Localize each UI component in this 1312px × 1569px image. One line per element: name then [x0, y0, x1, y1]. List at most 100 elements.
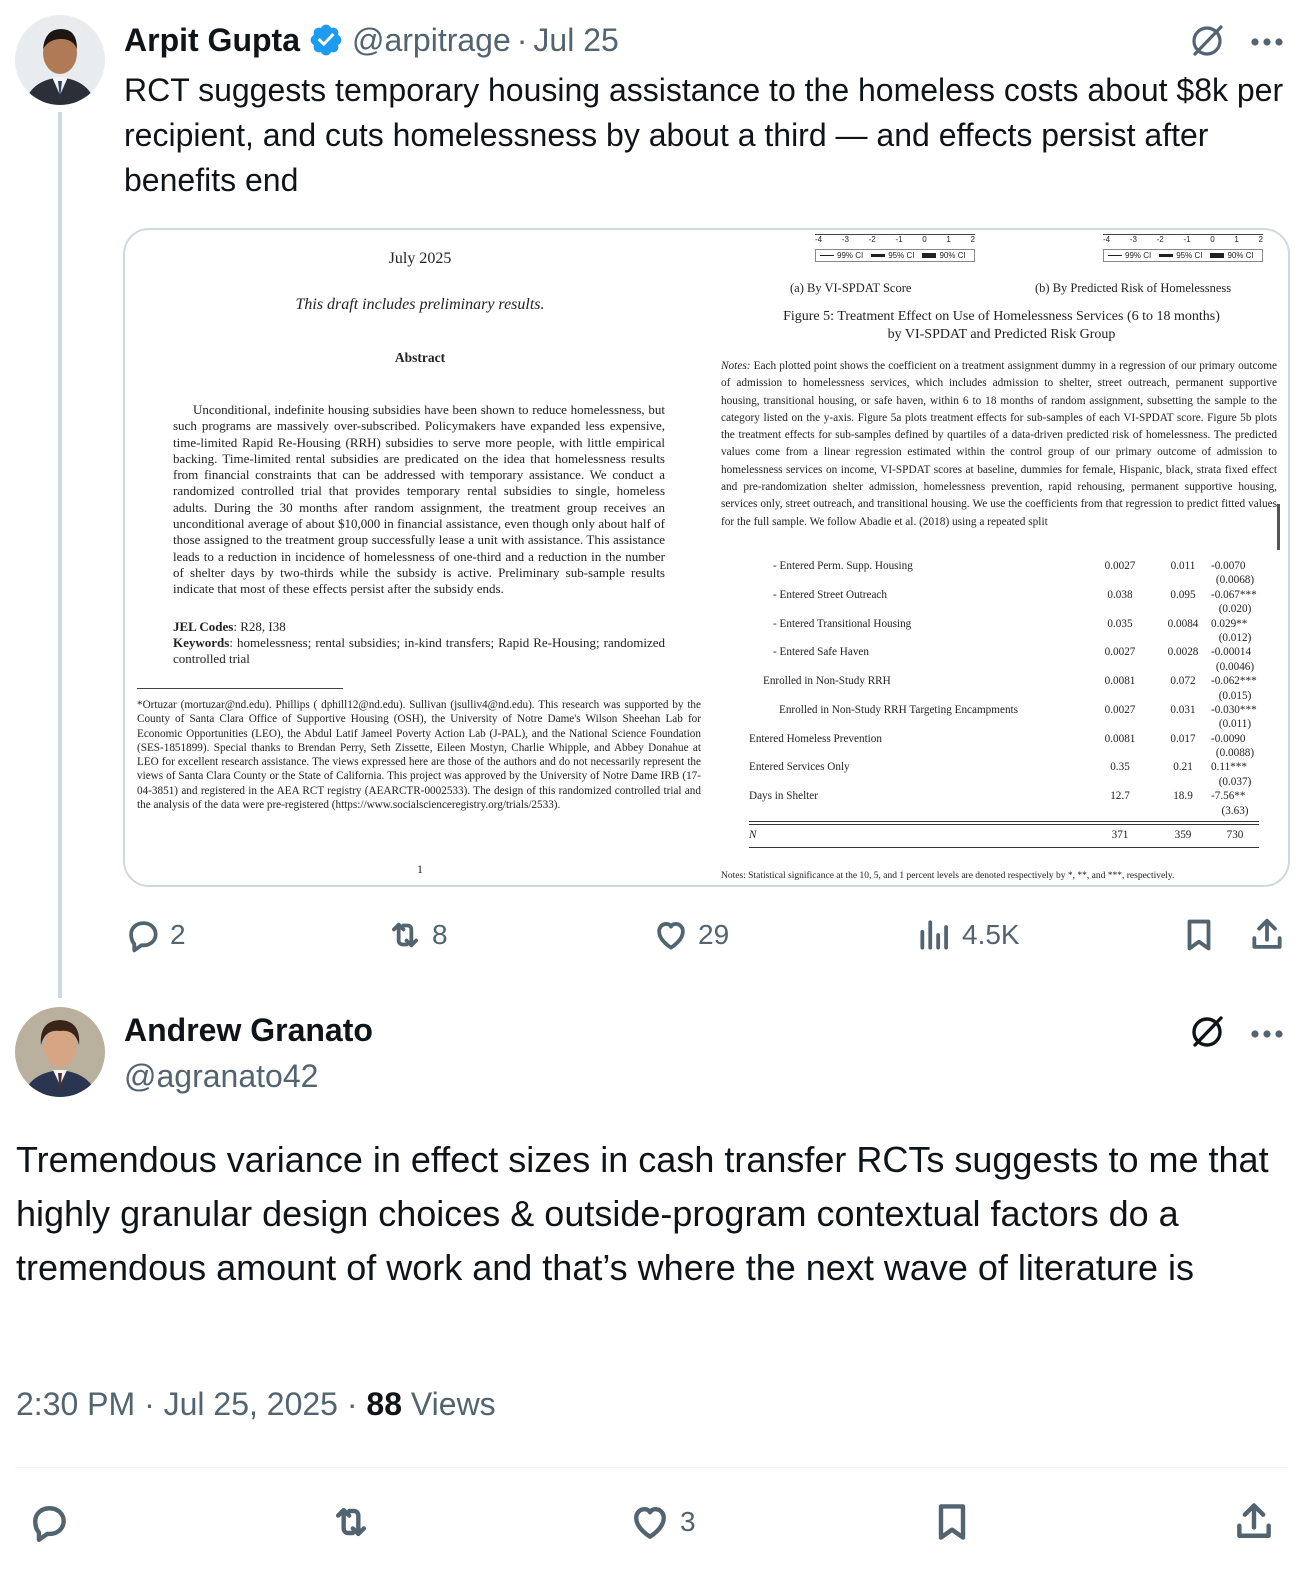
- standard-error: (0.0068): [1215, 574, 1255, 587]
- table-row: - Entered Street Outreach 0.038 0.095 -0.06…: [749, 589, 1259, 603]
- scrollbar-thumb[interactable]: [1277, 504, 1280, 550]
- views-icon: [920, 920, 948, 950]
- standard-error: (0.0088): [1215, 747, 1255, 760]
- control-mean: 0.0081: [1104, 675, 1136, 688]
- table-row-se: (0.0068): [749, 574, 1259, 588]
- empty-cell: [1085, 776, 1155, 790]
- reply-icon: [129, 921, 158, 953]
- like-icon: [657, 922, 685, 950]
- standard-error: (0.012): [1218, 631, 1252, 644]
- reply-button[interactable]: 2: [124, 916, 186, 954]
- table-rule: [749, 821, 1259, 826]
- standard-error: (3.63): [1221, 804, 1249, 817]
- table-row: Days in Shelter 12.7 18.9 -7.56**: [749, 790, 1259, 804]
- table-row: - Entered Transitional Housing 0.035 0.008…: [749, 618, 1259, 632]
- treatment-mean: 0.0084: [1167, 617, 1199, 630]
- empty-cell: [1155, 805, 1211, 819]
- empty-cell: [749, 603, 1085, 617]
- author-name[interactable]: Arpit Gupta: [124, 22, 300, 59]
- share-button[interactable]: [1232, 1500, 1276, 1544]
- paper-footnote: *Ortuzar (mortuzar@nd.edu). Phillips ( d…: [137, 699, 701, 812]
- timestamp-text[interactable]: 2:30 PM · Jul 25, 2025 ·: [16, 1386, 366, 1422]
- treatment-mean: 0.0028: [1167, 646, 1199, 659]
- legend-item: 99% CI: [1125, 251, 1152, 260]
- divider: [15, 1467, 1288, 1468]
- coefficient: -0.062***: [1211, 675, 1257, 688]
- control-mean: 12.7: [1110, 790, 1130, 803]
- paper-left-page: July 2025 This draft includes preliminar…: [125, 230, 715, 885]
- figure-notes-text: Each plotted point shows the coefficient…: [721, 360, 1277, 528]
- views-button[interactable]: 4.5K: [916, 916, 1020, 954]
- standard-error: (0.0046): [1215, 660, 1255, 673]
- empty-cell: [1155, 690, 1211, 704]
- author-handle[interactable]: @arpitrage: [352, 22, 511, 59]
- table-row-se: (0.0046): [749, 661, 1259, 675]
- tweet2-text: Tremendous variance in effect sizes in c…: [16, 1139, 1269, 1288]
- coefficient: -0.030***: [1211, 703, 1257, 716]
- table-row: Enrolled in Non-Study RRH 0.0081 0.072 -0.0…: [749, 675, 1259, 689]
- tweet1-media-image[interactable]: July 2025 This draft includes preliminar…: [123, 228, 1290, 887]
- tick: 0: [922, 235, 927, 244]
- avatar-arpit-gupta[interactable]: [15, 15, 105, 105]
- bookmark-button[interactable]: [930, 1500, 974, 1544]
- control-mean: 0.035: [1107, 617, 1133, 630]
- tick: 2: [970, 235, 975, 244]
- empty-cell: [1155, 603, 1211, 617]
- repost-button[interactable]: 8: [386, 916, 448, 954]
- keywords: Keywords: homelessness; rental subsidies…: [173, 635, 665, 668]
- subfigure-a-caption: (a) By VI-SPDAT Score: [790, 281, 912, 295]
- grok-icon[interactable]: [1187, 1011, 1227, 1056]
- empty-cell: [1085, 632, 1155, 646]
- author-name[interactable]: Andrew Granato: [124, 1012, 373, 1049]
- standard-error: (0.020): [1218, 603, 1252, 616]
- like-button[interactable]: 3: [628, 1500, 696, 1544]
- control-mean: 0.0027: [1104, 703, 1136, 716]
- tick: -2: [868, 235, 876, 244]
- tick: -1: [895, 235, 903, 244]
- legend-item: 90% CI: [1227, 251, 1254, 260]
- empty-cell: [749, 661, 1085, 675]
- panel-b-ticks: -4 -3 -2 -1 0 1 2: [1103, 235, 1263, 244]
- control-mean: 0.35: [1110, 761, 1130, 774]
- figure-caption-line1: Figure 5: Treatment Effect on Use of Hom…: [783, 309, 1220, 324]
- table-row-se: (0.012): [749, 632, 1259, 646]
- reply-button[interactable]: [27, 1500, 71, 1544]
- standard-error: (0.011): [1218, 718, 1252, 731]
- tweet1-header: Arpit Gupta @arpitrage · Jul 25: [124, 20, 619, 60]
- tick: -3: [841, 235, 849, 244]
- repost-button[interactable]: [328, 1500, 374, 1544]
- bookmark-button[interactable]: [1180, 916, 1218, 954]
- treatment-mean: 0.095: [1170, 588, 1196, 601]
- empty-cell: [749, 574, 1085, 588]
- subfigure-b-caption: (b) By Predicted Risk of Homelessness: [1035, 281, 1232, 295]
- regression-table: - Entered Perm. Supp. Housing 0.0027 0.011…: [749, 560, 1259, 849]
- table-row: - Entered Perm. Supp. Housing 0.0027 0.011…: [749, 560, 1259, 574]
- control-mean: 0.038: [1107, 588, 1133, 601]
- table-notes: Notes: Statistical significance at the 1…: [721, 871, 1175, 881]
- row-label: Enrolled in Non-Study RRH: [763, 675, 891, 688]
- author-handle[interactable]: @agranato42: [124, 1058, 318, 1095]
- empty-cell: [1085, 690, 1155, 704]
- more-icon[interactable]: [1250, 34, 1284, 52]
- legend-item: 90% CI: [939, 251, 966, 260]
- empty-cell: [1155, 661, 1211, 675]
- views-count: 4.5K: [962, 919, 1020, 950]
- share-button[interactable]: [1248, 916, 1286, 954]
- avatar-andrew-granato[interactable]: [15, 1007, 105, 1097]
- like-button[interactable]: 29: [652, 916, 729, 954]
- figure-notes: Notes: Each plotted point shows the coef…: [721, 358, 1277, 542]
- tick: -4: [815, 235, 823, 244]
- coefficient: -7.56**: [1211, 790, 1246, 803]
- figure-caption-line2: by VI-SPDAT and Predicted Risk Group: [887, 327, 1116, 342]
- share-icon: [1252, 918, 1282, 949]
- empty-cell: [749, 632, 1085, 646]
- tweet-date[interactable]: Jul 25: [533, 22, 618, 59]
- jel-codes: JEL Codes: R28, I38: [173, 619, 665, 635]
- coefficient: -0.067***: [1211, 588, 1257, 601]
- grok-icon[interactable]: [1187, 20, 1227, 65]
- empty-cell: [749, 690, 1085, 704]
- table-row-se: (0.0088): [749, 747, 1259, 761]
- more-icon[interactable]: [1250, 1026, 1284, 1044]
- tick: 2: [1258, 235, 1263, 244]
- abstract-title: Abstract: [394, 350, 446, 365]
